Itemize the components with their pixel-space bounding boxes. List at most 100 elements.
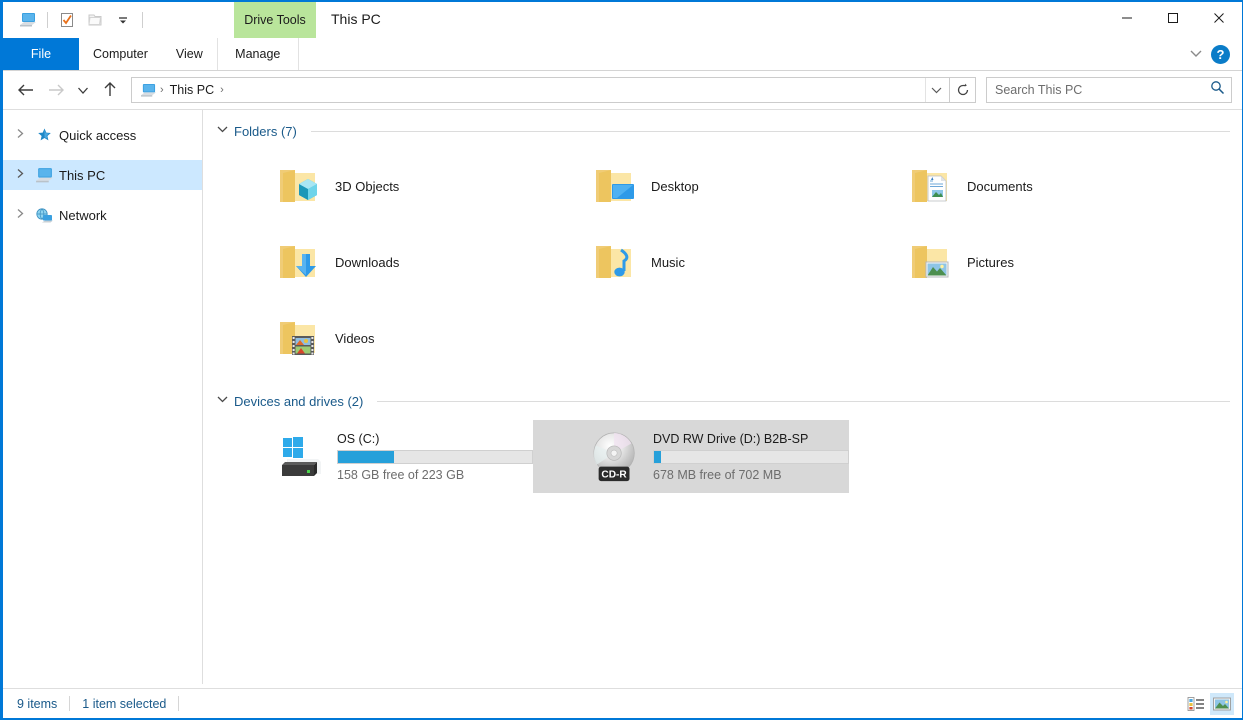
group-title: Folders (7) (234, 123, 297, 139)
list-item-label: Music (651, 254, 685, 270)
star-icon (33, 127, 55, 144)
list-item-os-c[interactable]: OS (C:) 158 GB free of 223 GB (217, 420, 533, 493)
chevron-right-icon[interactable] (11, 128, 29, 142)
capacity-bar-fill (338, 450, 395, 463)
tab-computer[interactable]: Computer (79, 38, 162, 70)
breadcrumb-separator-2[interactable]: › (218, 84, 226, 96)
chevron-right-icon[interactable] (11, 208, 29, 222)
folder-videos-icon (273, 313, 323, 363)
list-item-music[interactable]: Music (533, 224, 849, 300)
list-item-label: Pictures (967, 254, 1014, 270)
sidebar-item-label: Network (59, 207, 107, 223)
folder-documents-icon (905, 161, 955, 211)
items-view: Folders (7) 3D Objects Desktop Documents… (203, 110, 1242, 684)
status-separator-2 (178, 696, 180, 711)
address-dropdown-icon[interactable] (925, 78, 947, 102)
folder-3d-objects-icon (273, 161, 323, 211)
explorer-body: Quick access This PC Network Folders (7)… (3, 109, 1242, 684)
tab-file[interactable]: File (3, 38, 79, 70)
search-input[interactable] (995, 83, 1210, 97)
file-explorer-window: Drive Tools This PC File Computer View M… (0, 0, 1243, 720)
chevron-down-icon[interactable] (217, 395, 228, 407)
sidebar-item-label: This PC (59, 167, 106, 183)
capacity-bar-fill (654, 450, 661, 463)
maximize-button[interactable] (1150, 2, 1196, 34)
drive-info: OS (C:) 158 GB free of 223 GB (337, 432, 533, 482)
search-icon[interactable] (1210, 80, 1225, 100)
large-icons-view-button[interactable] (1210, 692, 1234, 715)
sidebar-item-quick-access[interactable]: Quick access (3, 120, 202, 150)
group-divider (377, 400, 1230, 402)
list-item-label: Desktop (651, 178, 699, 194)
forward-button[interactable] (41, 75, 71, 105)
sidebar-item-label: Quick access (59, 127, 137, 143)
chevron-down-icon[interactable] (217, 125, 228, 137)
folder-downloads-icon (273, 237, 323, 287)
network-icon (33, 207, 55, 224)
title-bar: Drive Tools This PC (3, 2, 1242, 38)
list-item-label: Documents (967, 178, 1033, 194)
customize-dropdown-icon[interactable] (110, 8, 136, 32)
optical-drive-icon: CD-R (589, 430, 643, 484)
chevron-down-icon[interactable] (1189, 45, 1203, 63)
ribbon-tabstrip: File Computer View Manage ? (3, 38, 1242, 70)
tab-manage[interactable]: Manage (216, 38, 299, 70)
chevron-right-icon[interactable] (11, 168, 29, 182)
quick-access-toolbar (3, 2, 147, 38)
capacity-bar (337, 449, 533, 464)
refresh-button[interactable] (950, 77, 976, 103)
back-button[interactable] (11, 75, 41, 105)
list-item-desktop[interactable]: Desktop (533, 148, 849, 224)
list-item-dvd-rw-drive-d[interactable]: CD-R DVD RW Drive (D:) B2B-SP 678 MB fre… (533, 420, 849, 493)
list-item-label: 3D Objects (335, 178, 400, 194)
window-title: This PC (331, 11, 381, 27)
status-separator (69, 696, 71, 711)
breadcrumb-separator[interactable]: › (158, 84, 166, 96)
folder-music-icon (589, 237, 639, 287)
help-button[interactable]: ? (1211, 44, 1230, 64)
list-item-documents[interactable]: Documents (849, 148, 1165, 224)
drive-capacity-text: 678 MB free of 702 MB (653, 467, 782, 482)
drive-capacity-text: 158 GB free of 223 GB (337, 467, 465, 482)
breadcrumb-this-pc[interactable]: This PC (166, 83, 218, 97)
list-item-3d-objects[interactable]: 3D Objects (217, 148, 533, 224)
drives-tile-list: OS (C:) 158 GB free of 223 GB CD-R DVD R… (217, 420, 1230, 493)
navigation-pane: Quick access This PC Network (3, 110, 203, 684)
sidebar-item-network[interactable]: Network (3, 200, 202, 230)
folder-pictures-icon (905, 237, 955, 287)
this-pc-icon (138, 83, 158, 98)
list-item-label: Downloads (335, 254, 400, 270)
address-bar[interactable]: › This PC › (131, 77, 950, 103)
list-item-downloads[interactable]: Downloads (217, 224, 533, 300)
list-item-videos[interactable]: Videos (217, 300, 533, 376)
recent-locations-button[interactable] (71, 75, 95, 105)
minimize-button[interactable] (1104, 2, 1150, 34)
address-toolbar: › This PC › (3, 71, 1242, 109)
group-header-devices[interactable]: Devices and drives (2) (217, 390, 1230, 412)
group-header-folders[interactable]: Folders (7) (217, 120, 1230, 142)
new-folder-icon[interactable] (82, 8, 108, 32)
up-button[interactable] (95, 75, 125, 105)
window-controls (1104, 2, 1242, 34)
drive-info: DVD RW Drive (D:) B2B-SP 678 MB free of … (653, 432, 849, 482)
selection-text: 1 item selected (82, 696, 167, 711)
close-button[interactable] (1196, 2, 1242, 34)
details-view-button[interactable] (1184, 693, 1208, 715)
properties-icon[interactable] (54, 8, 80, 32)
view-buttons (1184, 692, 1242, 715)
folders-tile-list: 3D Objects Desktop Documents Downloads M… (217, 148, 1230, 376)
item-count-text: 9 items (17, 696, 58, 711)
hard-drive-icon (273, 430, 327, 484)
search-box[interactable] (986, 77, 1232, 103)
list-item-pictures[interactable]: Pictures (849, 224, 1165, 300)
group-title: Devices and drives (2) (234, 393, 364, 409)
this-pc-icon[interactable] (15, 8, 41, 32)
group-divider (310, 130, 1230, 132)
this-pc-icon (33, 167, 55, 184)
ribbon-right-controls: ? (1189, 38, 1238, 70)
sidebar-item-this-pc[interactable]: This PC (3, 160, 202, 190)
tab-view[interactable]: View (162, 38, 217, 70)
status-bar: 9 items 1 item selected (3, 688, 1242, 718)
folder-desktop-icon (589, 161, 639, 211)
